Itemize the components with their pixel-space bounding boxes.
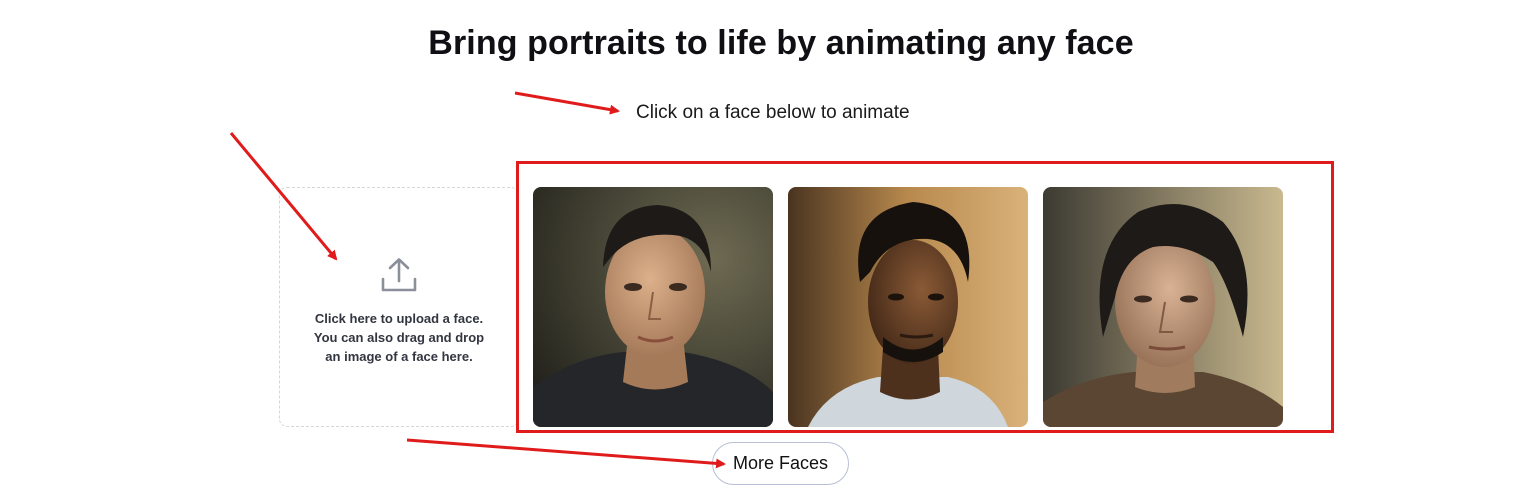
upload-dropzone[interactable]: Click here to upload a face. You can als… <box>279 187 519 427</box>
face-portrait-3 <box>1043 187 1283 427</box>
face-portrait-2 <box>788 187 1028 427</box>
instruction-text: Click on a face below to animate <box>636 102 910 123</box>
arrow-to-instruction <box>514 91 620 115</box>
upload-line-1: Click here to upload a face. <box>314 311 484 326</box>
more-faces-button[interactable]: More Faces <box>712 442 849 485</box>
arrow-to-more-faces <box>406 438 726 469</box>
upload-line-3: an image of a face here. <box>325 349 473 364</box>
face-thumbnail-3[interactable] <box>1043 187 1283 427</box>
page-title: Bring portraits to life by animating any… <box>428 24 1134 62</box>
face-portrait-1 <box>533 187 773 427</box>
upload-line-2: You can also drag and drop <box>313 330 485 345</box>
upload-icon <box>381 258 417 292</box>
face-thumbnail-2[interactable] <box>788 187 1028 427</box>
upload-instructions: Click here to upload a face. You can als… <box>299 309 499 366</box>
face-thumbnail-1[interactable] <box>533 187 773 427</box>
page: Bring portraits to life by animating any… <box>0 0 1536 490</box>
